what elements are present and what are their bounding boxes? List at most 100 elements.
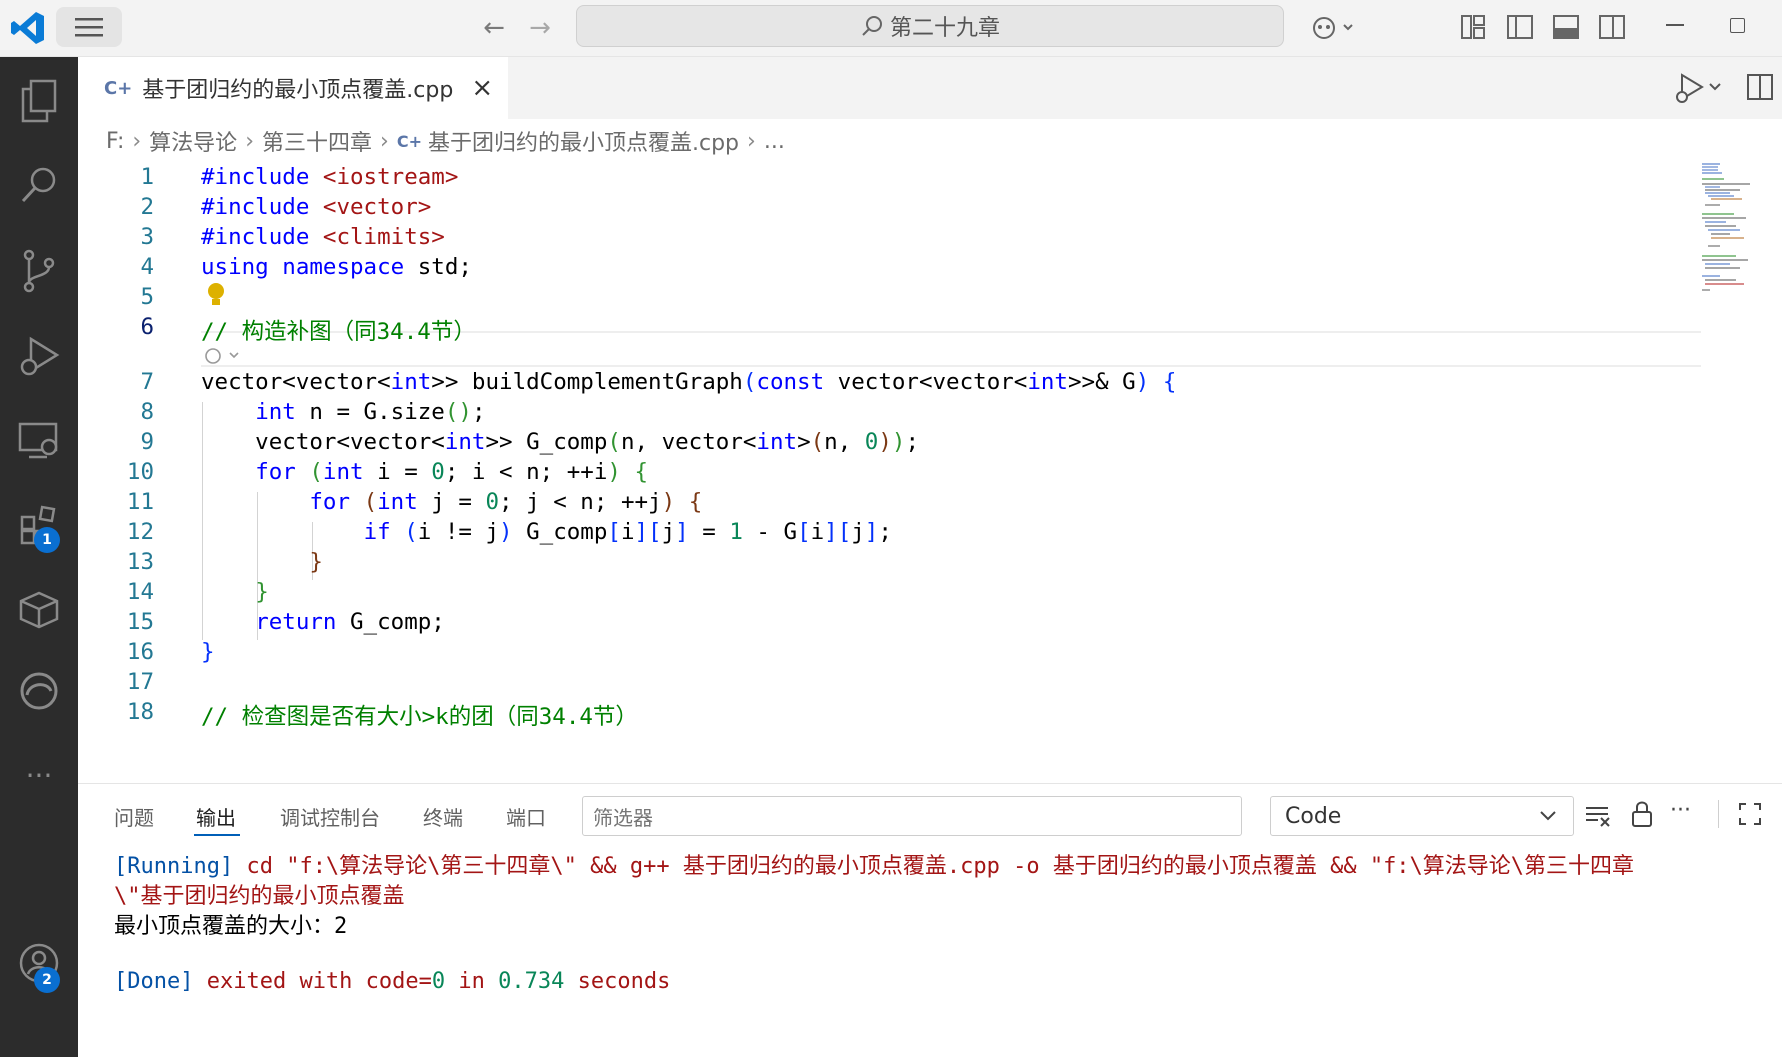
tab-ports[interactable]: 端口: [506, 802, 546, 831]
split-editor-icon[interactable]: [1746, 73, 1774, 101]
source-control-icon[interactable]: [0, 233, 78, 309]
line-number: 8: [140, 399, 154, 425]
layout-customize-icon[interactable]: [1460, 14, 1486, 40]
command-text: cd "f:\算法导论\第三十四章\" && g++ 基于团归约的最小顶点覆盖.…: [233, 854, 1635, 879]
more-actions-icon[interactable]: ···: [1670, 798, 1691, 823]
tab-filename: 基于团归约的最小顶点覆盖.cpp: [142, 78, 454, 103]
toggle-panel-icon[interactable]: [1552, 14, 1580, 40]
editor-tab-bar: C+ 基于团归约的最小顶点覆盖.cpp ×: [78, 57, 1782, 119]
bottom-panel: 问题 输出 调试控制台 终端 端口 筛选器 Code ··· [Running]…: [78, 783, 1782, 1058]
line-number: 5: [140, 284, 154, 310]
code-line: using namespace std;: [201, 254, 472, 280]
line-number: 1: [140, 164, 154, 190]
maximize-icon[interactable]: [1730, 18, 1745, 33]
line-number: 17: [126, 669, 154, 695]
tab-active-file[interactable]: C+ 基于团归约的最小顶点覆盖.cpp ×: [78, 57, 508, 119]
command-center-search[interactable]: 第二十九章: [576, 5, 1284, 47]
packages-icon[interactable]: [0, 571, 78, 647]
code-line: if (i != j) G_comp[i][j] = 1 - G[i][j];: [363, 519, 892, 545]
accounts-icon[interactable]: 2: [0, 925, 78, 1001]
code-line: #include <climits>: [201, 224, 445, 250]
search-text: 第二十九章: [889, 16, 1000, 41]
search-activity-icon[interactable]: [0, 147, 78, 223]
toggle-primary-sidebar-icon[interactable]: [1506, 14, 1534, 40]
forward-arrow-icon[interactable]: →: [522, 10, 558, 46]
extensions-icon[interactable]: 1: [0, 487, 78, 563]
line-number-active: 6: [140, 314, 154, 340]
activity-bar: 1 ··· 2: [0, 57, 78, 1057]
clear-output-icon[interactable]: [1584, 804, 1612, 828]
breadcrumb-file[interactable]: 基于团归约的最小顶点覆盖.cpp: [428, 125, 739, 157]
line-number: 11: [126, 489, 154, 515]
tab-terminal[interactable]: 终端: [423, 802, 463, 831]
breadcrumb-folder-1[interactable]: 算法导论: [149, 125, 237, 157]
chevron-down-icon: [1540, 811, 1556, 821]
menu-button[interactable]: [56, 7, 122, 47]
done-seconds: seconds: [564, 969, 671, 994]
copilot-icon[interactable]: [1306, 8, 1362, 48]
breadcrumb-folder-2[interactable]: 第三十四章: [262, 125, 372, 157]
toggle-secondary-sidebar-icon[interactable]: [1598, 14, 1626, 40]
run-debug-icon[interactable]: [0, 319, 78, 395]
title-bar: ← → 第二十九章: [0, 0, 1782, 57]
output-line-result: 最小顶点覆盖的大小：2: [114, 914, 348, 939]
line-number: 13: [126, 549, 154, 575]
line-number: 10: [126, 459, 154, 485]
line-number: 12: [126, 519, 154, 545]
line-number: 3: [140, 224, 154, 250]
chevron-right-icon: ›: [747, 128, 756, 154]
chevron-right-icon: ›: [380, 128, 389, 154]
accounts-badge: 2: [34, 967, 60, 993]
chevron-right-icon: ›: [245, 128, 254, 154]
running-tag: [Running]: [114, 854, 234, 879]
line-number: 9: [140, 429, 154, 455]
minimize-icon[interactable]: [1666, 24, 1684, 26]
lightbulb-icon[interactable]: [206, 282, 226, 314]
edge-devtools-icon[interactable]: [0, 653, 78, 729]
line-number: 18: [126, 699, 154, 725]
breadcrumb-drive[interactable]: F:: [106, 129, 124, 154]
output-channel-value: Code: [1285, 803, 1342, 829]
cpp-file-icon: C+: [396, 131, 422, 151]
code-line: }: [201, 639, 215, 665]
explorer-icon[interactable]: [0, 63, 78, 139]
tab-close-icon[interactable]: ×: [471, 73, 493, 103]
output-line-done: [Done] exited with code=0 in 0.734 secon…: [114, 969, 670, 994]
back-arrow-icon[interactable]: ←: [476, 10, 512, 46]
line-number: 14: [126, 579, 154, 605]
done-in: in: [445, 969, 499, 994]
output-line-command: [Running] cd "f:\算法导论\第三十四章\" && g++ 基于团…: [114, 848, 1634, 880]
more-icon[interactable]: ···: [0, 737, 78, 813]
tab-debug-console[interactable]: 调试控制台: [280, 802, 380, 831]
chevron-right-icon: ›: [132, 128, 142, 154]
cpp-file-icon: C+: [104, 77, 133, 99]
vscode-logo-icon: [11, 12, 44, 44]
breadcrumb-symbol[interactable]: ...: [764, 129, 785, 154]
minimap[interactable]: [1700, 160, 1760, 300]
tab-problems[interactable]: 问题: [114, 802, 154, 831]
code-comment: // 检查图是否有大小>k的团（同34.4节）: [201, 704, 638, 730]
lock-scroll-icon[interactable]: [1630, 800, 1654, 828]
tab-output[interactable]: 输出: [196, 802, 236, 831]
search-icon: [862, 16, 882, 36]
done-tag: [Done]: [114, 969, 194, 994]
elapsed-time: 0.734: [498, 969, 565, 994]
code-comment: // 构造补图（同34.4节）: [201, 319, 476, 345]
code-line: return G_comp;: [255, 609, 445, 635]
exit-code: 0: [431, 969, 446, 994]
line-number: 16: [126, 639, 154, 665]
output-line-command-cont: \"基于团归约的最小顶点覆盖: [114, 884, 405, 909]
code-editor[interactable]: 1 2 3 4 5 6 7 8 9 10 11 12 13 14 15 16 1…: [78, 160, 1782, 782]
output-channel-select[interactable]: Code: [1270, 796, 1574, 836]
output-filter-input[interactable]: 筛选器: [582, 796, 1242, 836]
extensions-badge: 1: [34, 527, 60, 553]
code-line: vector<vector<int>> G_comp(n, vector<int…: [201, 429, 919, 455]
code-line: #include <vector>: [201, 194, 432, 220]
code-line: }: [255, 579, 269, 605]
run-code-icon[interactable]: [1672, 71, 1726, 105]
remote-explorer-icon[interactable]: [0, 403, 78, 479]
breadcrumb: F: › 算法导论 › 第三十四章 › C+ 基于团归约的最小顶点覆盖.cpp …: [106, 125, 785, 157]
code-line: for (int i = 0; i < n; ++i) {: [255, 459, 649, 485]
maximize-panel-icon[interactable]: [1738, 802, 1762, 826]
line-number: 15: [126, 609, 154, 635]
